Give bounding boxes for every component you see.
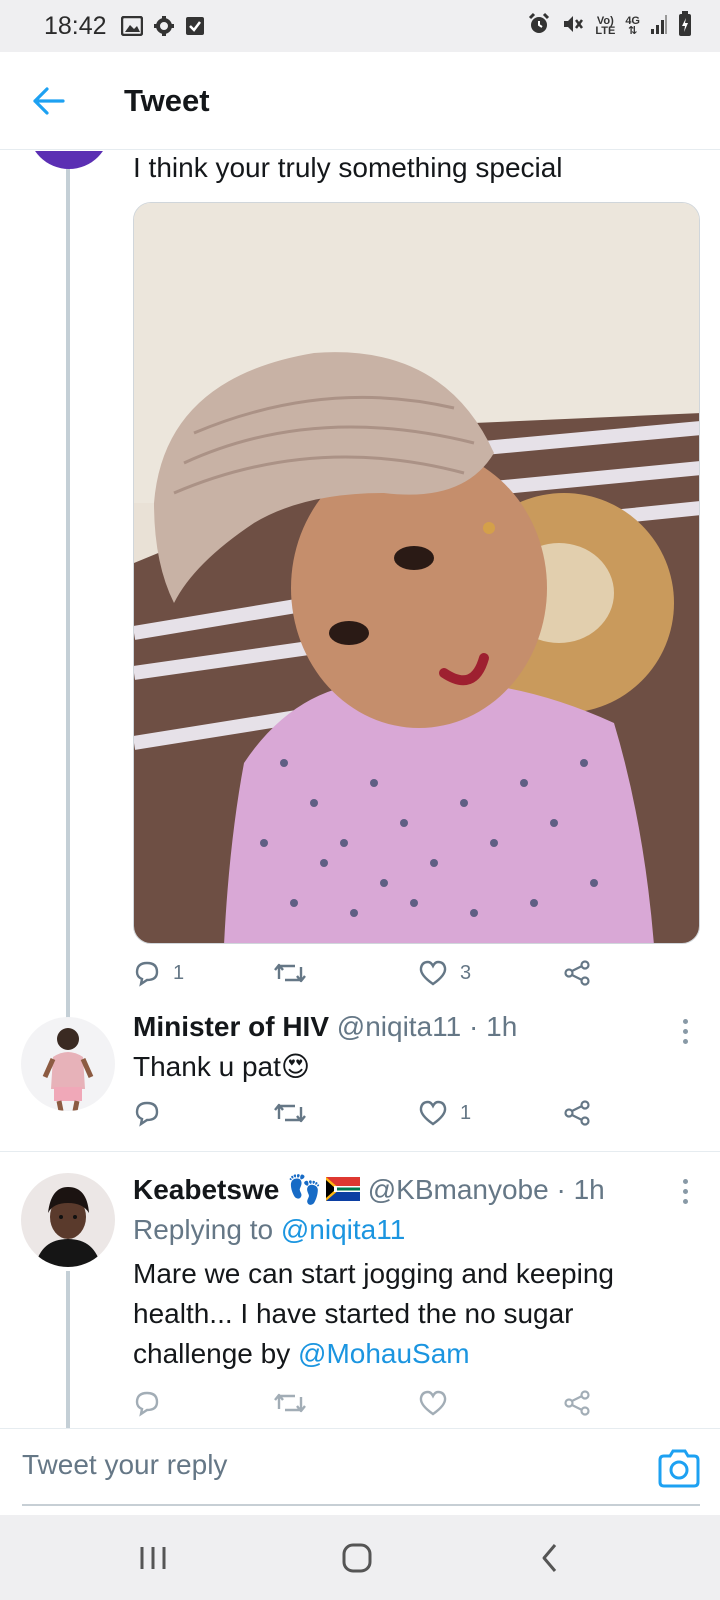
status-icons: Vo) LTE 4G ⇅ — [527, 10, 692, 42]
tweet-text: Mare we can start jogging and keeping he… — [133, 1258, 614, 1369]
volte-icon: Vo) LTE — [595, 15, 616, 37]
share-button[interactable] — [563, 1099, 591, 1127]
more-options-button[interactable] — [670, 1011, 700, 1051]
heart-icon — [419, 1390, 447, 1416]
4g-icon: 4G ⇅ — [625, 15, 640, 37]
reply-input[interactable] — [22, 1449, 542, 1481]
tweet-actions — [133, 1389, 613, 1428]
like-button[interactable]: 1 — [418, 1099, 471, 1127]
chevron-left-icon — [542, 1543, 557, 1572]
alarm-icon — [527, 12, 551, 41]
tweet-actions: 1 — [133, 1099, 613, 1139]
heart-eyes-emoji-icon: 😍 — [280, 1051, 311, 1082]
retweet-button[interactable] — [273, 1099, 319, 1127]
share-icon — [564, 1390, 590, 1416]
author-handle[interactable]: @KBmanyobe — [368, 1174, 549, 1205]
tweet-divider — [0, 1151, 720, 1152]
like-count: 1 — [460, 1101, 472, 1124]
replying-label: Replying to — [133, 1214, 274, 1245]
like-button[interactable]: 3 — [418, 959, 471, 987]
tweet-actions: 1 3 — [133, 959, 613, 999]
home-button[interactable] — [327, 1535, 387, 1580]
south-africa-flag-icon — [325, 1172, 360, 1212]
heart-icon — [419, 960, 447, 986]
camera-button[interactable] — [656, 1446, 702, 1492]
meta-separator: · — [556, 1174, 566, 1205]
check-box-icon — [185, 16, 205, 36]
tweet-thread[interactable]: I think your truly something special 1 3… — [0, 151, 720, 1428]
share-icon — [564, 960, 590, 986]
thread-line — [66, 1271, 70, 1428]
like-button[interactable] — [418, 1389, 448, 1417]
more-options-button[interactable] — [670, 1171, 700, 1211]
retweet-icon — [274, 1103, 306, 1123]
thread-line — [66, 166, 70, 1036]
gallery-icon — [120, 16, 143, 36]
page-title: Tweet — [124, 82, 210, 118]
retweet-icon — [274, 963, 306, 983]
reply-bar — [0, 1428, 720, 1515]
reply-button[interactable] — [133, 1099, 173, 1127]
tweet-photo[interactable] — [133, 202, 700, 944]
share-button[interactable] — [563, 959, 591, 987]
like-count: 3 — [460, 961, 472, 984]
back-arrow-icon — [33, 86, 65, 115]
status-bar: 18:42 Vo) LTE 4G ⇅ — [0, 0, 720, 52]
meta-separator: · — [469, 1011, 479, 1042]
reply-button[interactable]: 1 — [133, 959, 184, 987]
author-handle[interactable]: @niqita11 — [337, 1011, 461, 1042]
tweet-text: Thank u pat😍 — [133, 1051, 311, 1082]
tweet-author-line: Minister of HIV @niqita11 · 1h — [133, 1007, 653, 1047]
footprints-emoji-icon: 👣 — [287, 1174, 322, 1205]
battery-icon — [678, 10, 692, 42]
back-nav-button[interactable] — [520, 1535, 580, 1580]
reply-icon — [135, 1101, 159, 1127]
mention-link[interactable]: @MohauSam — [298, 1338, 470, 1369]
retweet-button[interactable] — [273, 959, 319, 987]
retweet-icon — [274, 1393, 306, 1413]
reply-icon — [135, 1391, 159, 1417]
signal-icon — [650, 14, 668, 39]
settings-gear-icon — [153, 15, 175, 37]
reply-button[interactable] — [133, 1389, 161, 1417]
reply-icon — [135, 961, 159, 987]
replying-handle-link[interactable]: @niqita11 — [281, 1214, 405, 1245]
share-icon — [564, 1100, 590, 1126]
author-name[interactable]: Minister of HIV — [133, 1011, 329, 1042]
reply-count: 1 — [173, 961, 185, 984]
status-time: 18:42 — [44, 11, 107, 40]
author-name[interactable]: Keabetswe — [133, 1174, 279, 1205]
tweet-time: 1h — [573, 1174, 605, 1205]
recent-apps-button[interactable] — [123, 1535, 183, 1580]
share-button[interactable] — [563, 1389, 591, 1417]
mute-icon — [561, 12, 585, 41]
system-nav-bar — [0, 1515, 720, 1600]
tweet-author-line: Keabetswe 👣 @KBmanyobe · 1h — [133, 1170, 673, 1212]
avatar[interactable] — [28, 151, 110, 169]
tweet-text: I think your truly something special — [133, 152, 563, 183]
camera-icon — [658, 1449, 700, 1488]
heart-icon — [419, 1100, 447, 1126]
tweet-header: Tweet — [0, 52, 720, 150]
back-button[interactable] — [19, 71, 79, 131]
tweet-time: 1h — [486, 1011, 518, 1042]
retweet-button[interactable] — [273, 1389, 307, 1417]
reply-input-underline — [22, 1504, 700, 1506]
replying-to-line: Replying to @niqita11 — [133, 1210, 693, 1250]
avatar[interactable] — [21, 1017, 115, 1111]
recent-apps-icon — [140, 1546, 166, 1569]
avatar[interactable] — [21, 1173, 115, 1267]
home-icon — [342, 1543, 372, 1572]
